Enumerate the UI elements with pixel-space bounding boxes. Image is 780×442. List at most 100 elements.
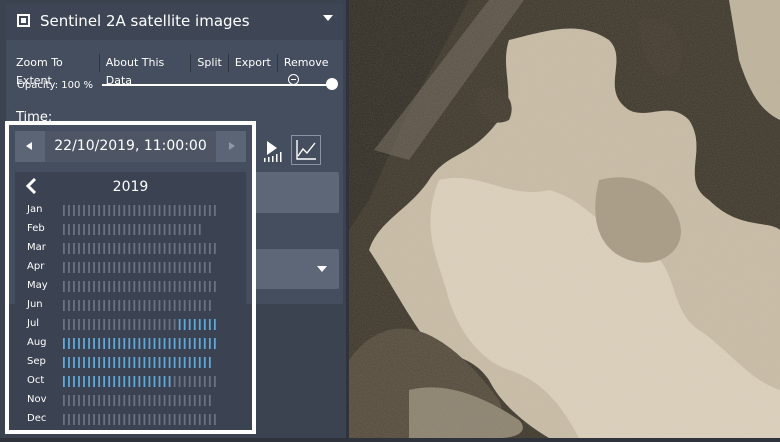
day-tick-available[interactable]	[123, 376, 126, 387]
day-tick-available[interactable]	[193, 319, 196, 330]
day-tick-available[interactable]	[88, 376, 90, 387]
day-tick-available[interactable]	[118, 376, 121, 387]
day-tick-available[interactable]	[88, 357, 90, 368]
day-tick-available[interactable]	[63, 376, 65, 387]
day-tick-available[interactable]	[173, 357, 176, 368]
day-tick-available[interactable]	[163, 357, 166, 368]
day-tick-available[interactable]	[188, 338, 191, 349]
day-tick-available[interactable]	[108, 338, 111, 349]
day-tick-available[interactable]	[98, 376, 101, 387]
day-tick-available[interactable]	[98, 357, 101, 368]
day-tick-available[interactable]	[73, 357, 75, 368]
day-tick-available[interactable]	[158, 338, 161, 349]
day-tick-available[interactable]	[183, 319, 186, 330]
month-label-oct[interactable]: Oct	[27, 375, 44, 386]
day-tick-available[interactable]	[68, 338, 70, 349]
day-tick-available[interactable]	[158, 357, 161, 368]
day-tick-available[interactable]	[153, 357, 156, 368]
zoom-to-extent-button[interactable]: Zoom To Extent	[10, 54, 100, 87]
day-tick-available[interactable]	[63, 338, 65, 349]
month-days-feb[interactable]	[63, 224, 219, 235]
satellite-map[interactable]	[349, 0, 780, 438]
layer-title[interactable]: Sentinel 2A satellite images	[40, 12, 250, 30]
day-tick-available[interactable]	[208, 319, 211, 330]
day-tick-available[interactable]	[178, 319, 181, 330]
day-tick-available[interactable]	[153, 376, 156, 387]
day-tick-available[interactable]	[138, 376, 141, 387]
about-data-button[interactable]: About This Data	[100, 54, 192, 87]
month-label-feb[interactable]: Feb	[27, 223, 45, 234]
day-tick-available[interactable]	[133, 357, 136, 368]
month-days-jul[interactable]	[63, 319, 219, 330]
day-tick-available[interactable]	[83, 338, 85, 349]
month-days-aug[interactable]	[63, 338, 219, 349]
day-tick-available[interactable]	[138, 338, 141, 349]
next-date-button[interactable]	[216, 131, 246, 162]
day-tick-available[interactable]	[183, 357, 186, 368]
layer-header[interactable]: Sentinel 2A satellite images	[6, 4, 343, 40]
month-label-mar[interactable]: Mar	[27, 242, 46, 253]
month-label-jul[interactable]: Jul	[27, 318, 39, 329]
day-tick-available[interactable]	[78, 338, 80, 349]
month-label-nov[interactable]: Nov	[27, 394, 47, 405]
day-tick-available[interactable]	[208, 357, 211, 368]
style-dropdown[interactable]	[252, 249, 339, 289]
day-tick-available[interactable]	[128, 357, 131, 368]
day-tick-available[interactable]	[143, 376, 146, 387]
layer-visibility-checkbox[interactable]	[17, 14, 30, 27]
day-tick-available[interactable]	[188, 319, 191, 330]
month-label-apr[interactable]: Apr	[27, 261, 44, 272]
day-tick-available[interactable]	[68, 376, 70, 387]
remove-button[interactable]: Remove	[278, 54, 343, 85]
month-days-dec[interactable]	[63, 414, 219, 425]
day-tick-available[interactable]	[133, 338, 136, 349]
day-tick-available[interactable]	[208, 338, 211, 349]
month-label-jun[interactable]: Jun	[27, 299, 43, 310]
opacity-slider-handle[interactable]	[326, 78, 338, 90]
day-tick-available[interactable]	[93, 357, 95, 368]
day-tick-available[interactable]	[138, 357, 141, 368]
month-days-oct[interactable]	[63, 376, 219, 387]
day-tick-available[interactable]	[198, 338, 201, 349]
day-tick-available[interactable]	[148, 338, 151, 349]
month-days-jan[interactable]	[63, 205, 219, 216]
day-tick-available[interactable]	[63, 357, 65, 368]
month-label-sep[interactable]: Sep	[27, 356, 46, 367]
day-tick-available[interactable]	[93, 338, 95, 349]
day-tick-available[interactable]	[103, 338, 106, 349]
day-tick-available[interactable]	[203, 319, 206, 330]
export-button[interactable]: Export	[229, 54, 278, 72]
day-tick-available[interactable]	[168, 357, 171, 368]
month-label-may[interactable]: May	[27, 280, 48, 291]
day-tick-available[interactable]	[168, 376, 171, 387]
day-tick-available[interactable]	[78, 376, 80, 387]
month-days-may[interactable]	[63, 281, 219, 292]
day-tick-available[interactable]	[198, 357, 201, 368]
day-tick-available[interactable]	[103, 357, 106, 368]
day-tick-available[interactable]	[98, 338, 101, 349]
day-tick-available[interactable]	[193, 338, 196, 349]
day-tick-available[interactable]	[178, 338, 181, 349]
day-tick-available[interactable]	[83, 376, 85, 387]
day-tick-available[interactable]	[198, 319, 201, 330]
month-days-jun[interactable]	[63, 300, 219, 311]
collapse-icon[interactable]	[323, 15, 333, 21]
day-tick-available[interactable]	[203, 357, 206, 368]
day-tick-available[interactable]	[93, 376, 95, 387]
day-tick-available[interactable]	[213, 338, 216, 349]
day-tick-available[interactable]	[103, 376, 106, 387]
play-icon[interactable]	[258, 135, 284, 163]
day-tick-available[interactable]	[118, 357, 121, 368]
day-tick-available[interactable]	[188, 357, 191, 368]
day-tick-available[interactable]	[178, 357, 181, 368]
day-tick-available[interactable]	[133, 376, 136, 387]
day-tick-available[interactable]	[193, 357, 196, 368]
day-tick-available[interactable]	[213, 319, 216, 330]
day-tick-available[interactable]	[113, 376, 116, 387]
day-tick-available[interactable]	[113, 357, 116, 368]
line-chart-icon[interactable]	[291, 135, 321, 165]
day-tick-available[interactable]	[128, 338, 131, 349]
day-tick-available[interactable]	[73, 376, 75, 387]
day-tick-available[interactable]	[108, 357, 111, 368]
month-label-dec[interactable]: Dec	[27, 413, 46, 424]
